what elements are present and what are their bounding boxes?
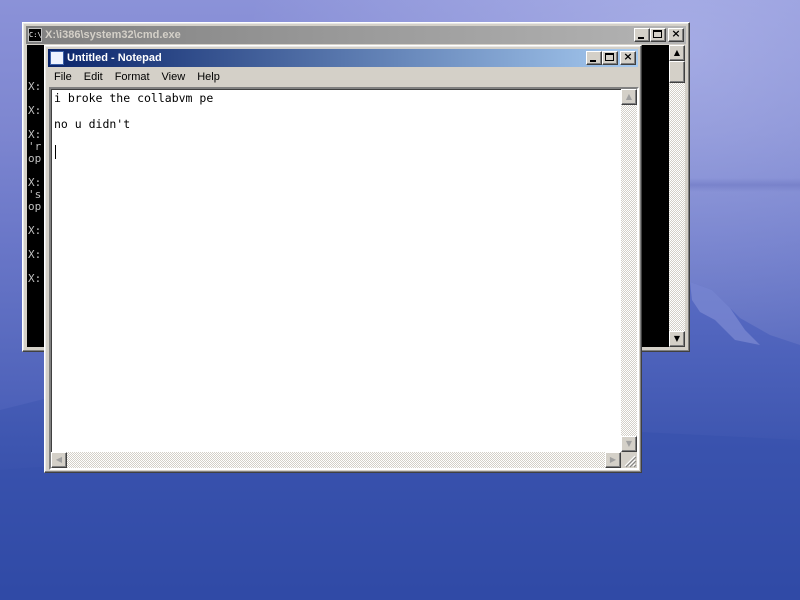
cmd-icon: C:\ — [28, 28, 42, 42]
minimize-icon — [638, 37, 644, 39]
notepad-title: Untitled - Notepad — [67, 52, 162, 64]
scroll-right-icon[interactable]: ▶ — [605, 452, 621, 468]
console-line: X: — [28, 104, 42, 117]
close-icon: × — [623, 50, 633, 63]
cmd-maximize-button[interactable] — [650, 28, 666, 42]
text-caret — [55, 145, 56, 159]
console-line: op — [28, 152, 42, 165]
console-line: op — [28, 200, 42, 213]
cmd-minimize-button[interactable] — [634, 28, 650, 42]
notepad-text-area[interactable]: i broke the collabvm pe no u didn't — [53, 91, 621, 453]
text-line: i broke the collabvm pe — [54, 91, 214, 105]
cmd-title: X:\i386\system32\cmd.exe — [45, 29, 181, 41]
notepad-window[interactable]: Untitled - Notepad × File Edit Format Vi… — [44, 45, 642, 473]
notepad-icon — [50, 51, 64, 65]
console-line: X: — [28, 224, 42, 237]
maximize-icon — [605, 53, 614, 61]
close-icon: × — [671, 27, 681, 40]
menu-view[interactable]: View — [156, 68, 192, 86]
notepad-editor[interactable]: i broke the collabvm pe no u didn't ▲ ▼ … — [49, 87, 639, 470]
menu-help[interactable]: Help — [191, 68, 226, 86]
text-line: no u didn't — [54, 117, 131, 131]
cmd-titlebar[interactable]: C:\ X:\i386\system32\cmd.exe × — [26, 26, 686, 44]
console-line: X: — [28, 248, 42, 261]
cmd-close-button[interactable]: × — [668, 27, 684, 42]
minimize-icon — [590, 60, 596, 62]
menu-format[interactable]: Format — [109, 68, 156, 86]
notepad-menubar: File Edit Format View Help — [48, 68, 638, 86]
menu-edit[interactable]: Edit — [78, 68, 109, 86]
notepad-maximize-button[interactable] — [602, 51, 618, 65]
notepad-close-button[interactable]: × — [620, 50, 636, 65]
scroll-down-icon[interactable]: ▼ — [669, 331, 685, 347]
scroll-down-icon[interactable]: ▼ — [621, 436, 637, 452]
menu-file[interactable]: File — [48, 68, 78, 86]
notepad-minimize-button[interactable] — [586, 51, 602, 65]
scroll-up-icon[interactable]: ▲ — [621, 89, 637, 105]
notepad-titlebar[interactable]: Untitled - Notepad × — [48, 49, 638, 67]
scroll-up-icon[interactable]: ▲ — [669, 45, 685, 61]
console-line: X: — [28, 272, 42, 285]
cmd-vertical-scrollbar[interactable]: ▲ ▼ — [669, 45, 685, 347]
scroll-left-icon[interactable]: ◀ — [51, 452, 67, 468]
resize-grip-icon[interactable] — [621, 452, 637, 468]
notepad-vertical-scrollbar[interactable]: ▲ ▼ — [621, 89, 637, 452]
notepad-horizontal-scrollbar[interactable]: ◀ ▶ — [51, 452, 621, 468]
cmd-scroll-thumb[interactable] — [669, 61, 685, 83]
maximize-icon — [653, 30, 662, 38]
console-line: X: — [28, 80, 42, 93]
